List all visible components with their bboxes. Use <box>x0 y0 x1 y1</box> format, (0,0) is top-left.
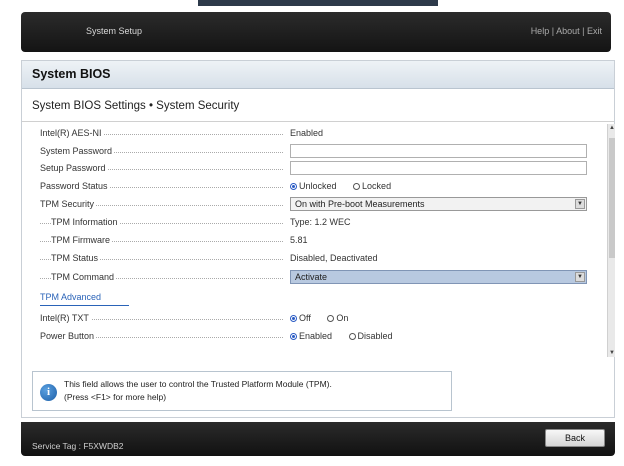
chevron-down-icon[interactable]: ▼ <box>575 272 585 282</box>
radio-group: Unlocked Locked <box>290 181 405 191</box>
back-button[interactable]: Back <box>545 429 605 447</box>
separator: | <box>551 26 555 36</box>
page-subtitle: System BIOS Settings • System Security <box>32 100 240 112</box>
setup-password-field[interactable] <box>290 161 587 175</box>
setting-row-tpm-security: TPM Security On with Pre-boot Measuremen… <box>40 197 600 213</box>
link-underline <box>40 305 129 306</box>
setting-label: Power Button <box>40 331 97 341</box>
radio-selected-icon <box>290 183 297 190</box>
setting-row-system-password: System Password <box>40 144 600 160</box>
dropdown-value: On with Pre-boot Measurements <box>295 199 425 209</box>
setting-label: TPM Information <box>51 217 120 227</box>
radio-off[interactable]: Off <box>290 313 311 323</box>
scroll-down-arrow-icon[interactable]: ▼ <box>608 350 616 356</box>
dropdown-value: Activate <box>295 272 328 282</box>
setting-row-password-status: Password Status Unlocked Locked <box>40 179 600 195</box>
radio-label: Unlocked <box>299 181 337 191</box>
setting-value: Type: 1.2 WEC <box>290 217 351 227</box>
main-panel: System BIOS System BIOS Settings • Syste… <box>21 60 615 418</box>
setting-value: Enabled <box>290 128 324 138</box>
divider <box>22 121 614 122</box>
setting-row-power-button: Power Button Enabled Disabled <box>40 329 600 345</box>
header-bar: System Setup Help | About | Exit <box>21 12 611 52</box>
exit-link[interactable]: Exit <box>587 26 602 36</box>
help-box: i This field allows the user to control … <box>32 371 452 411</box>
radio-label: Locked <box>362 181 392 191</box>
setting-row-aes-ni: Intel(R) AES-NI Enabled <box>40 126 600 142</box>
setting-row-tpm-status: TPM Status Disabled, Deactivated <box>40 251 600 267</box>
service-tag: Service Tag : F5XWDB2 <box>32 441 124 451</box>
system-password-field[interactable] <box>290 144 587 158</box>
radio-enabled[interactable]: Enabled <box>290 331 332 341</box>
radio-label: Enabled <box>299 331 333 341</box>
help-link[interactable]: Help <box>531 26 550 36</box>
setting-label: TPM Firmware <box>51 235 112 245</box>
help-line: (Press <F1> for more help) <box>64 392 167 402</box>
setting-row-tpm-firmware: TPM Firmware 5.81 <box>40 233 600 249</box>
scroll-up-arrow-icon[interactable]: ▲ <box>608 125 616 131</box>
setting-label: Intel(R) AES-NI <box>40 128 104 138</box>
radio-selected-icon <box>290 315 297 322</box>
scrollbar[interactable]: ▲ ▼ <box>607 124 615 357</box>
tpm-advanced-link[interactable]: TPM Advanced <box>40 292 101 302</box>
radio-empty-icon <box>353 183 361 190</box>
separator: | <box>582 26 585 36</box>
panel-title: System BIOS <box>22 61 614 89</box>
setting-label: Password Status <box>40 181 110 191</box>
header-links: Help | About | Exit <box>531 26 602 36</box>
tpm-security-dropdown[interactable]: On with Pre-boot Measurements ▼ <box>290 197 587 211</box>
setting-label: TPM Command <box>51 272 117 282</box>
setting-row-tpm-information: TPM Information Type: 1.2 WEC <box>40 215 600 231</box>
top-strip <box>198 0 438 6</box>
footer-bar: Service Tag : F5XWDB2 Back <box>21 422 615 456</box>
radio-selected-icon <box>290 333 297 340</box>
setting-label: System Password <box>40 146 115 156</box>
radio-disabled[interactable]: Disabled <box>348 331 393 341</box>
radio-empty-icon <box>327 315 335 322</box>
info-icon: i <box>40 384 57 401</box>
setting-label: Intel(R) TXT <box>40 313 91 323</box>
help-line: This field allows the user to control th… <box>64 379 332 389</box>
radio-empty-icon <box>348 333 356 340</box>
setting-row-setup-password: Setup Password <box>40 161 600 177</box>
setting-row-intel-txt: Intel(R) TXT Off On <box>40 311 600 327</box>
radio-locked[interactable]: Locked <box>353 181 391 191</box>
help-text: This field allows the user to control th… <box>64 378 332 404</box>
setting-value: Disabled, Deactivated <box>290 253 378 263</box>
radio-on[interactable]: On <box>327 313 348 323</box>
setting-row-tpm-command: TPM Command Activate ▼ <box>40 270 600 286</box>
about-link[interactable]: About <box>556 26 580 36</box>
scroll-thumb[interactable] <box>609 138 615 258</box>
setting-value: 5.81 <box>290 235 308 245</box>
chevron-down-icon[interactable]: ▼ <box>575 199 585 209</box>
app-title: System Setup <box>86 26 143 36</box>
radio-label: On <box>336 313 349 323</box>
setting-label: TPM Status <box>51 253 101 263</box>
tpm-command-dropdown[interactable]: Activate ▼ <box>290 270 587 284</box>
radio-label: Off <box>299 313 311 323</box>
radio-group: Off On <box>290 313 362 323</box>
setting-label: TPM Security <box>40 199 97 209</box>
radio-group: Enabled Disabled <box>290 331 407 341</box>
radio-label: Disabled <box>357 331 393 341</box>
setting-label: Setup Password <box>40 163 108 173</box>
radio-unlocked[interactable]: Unlocked <box>290 181 337 191</box>
